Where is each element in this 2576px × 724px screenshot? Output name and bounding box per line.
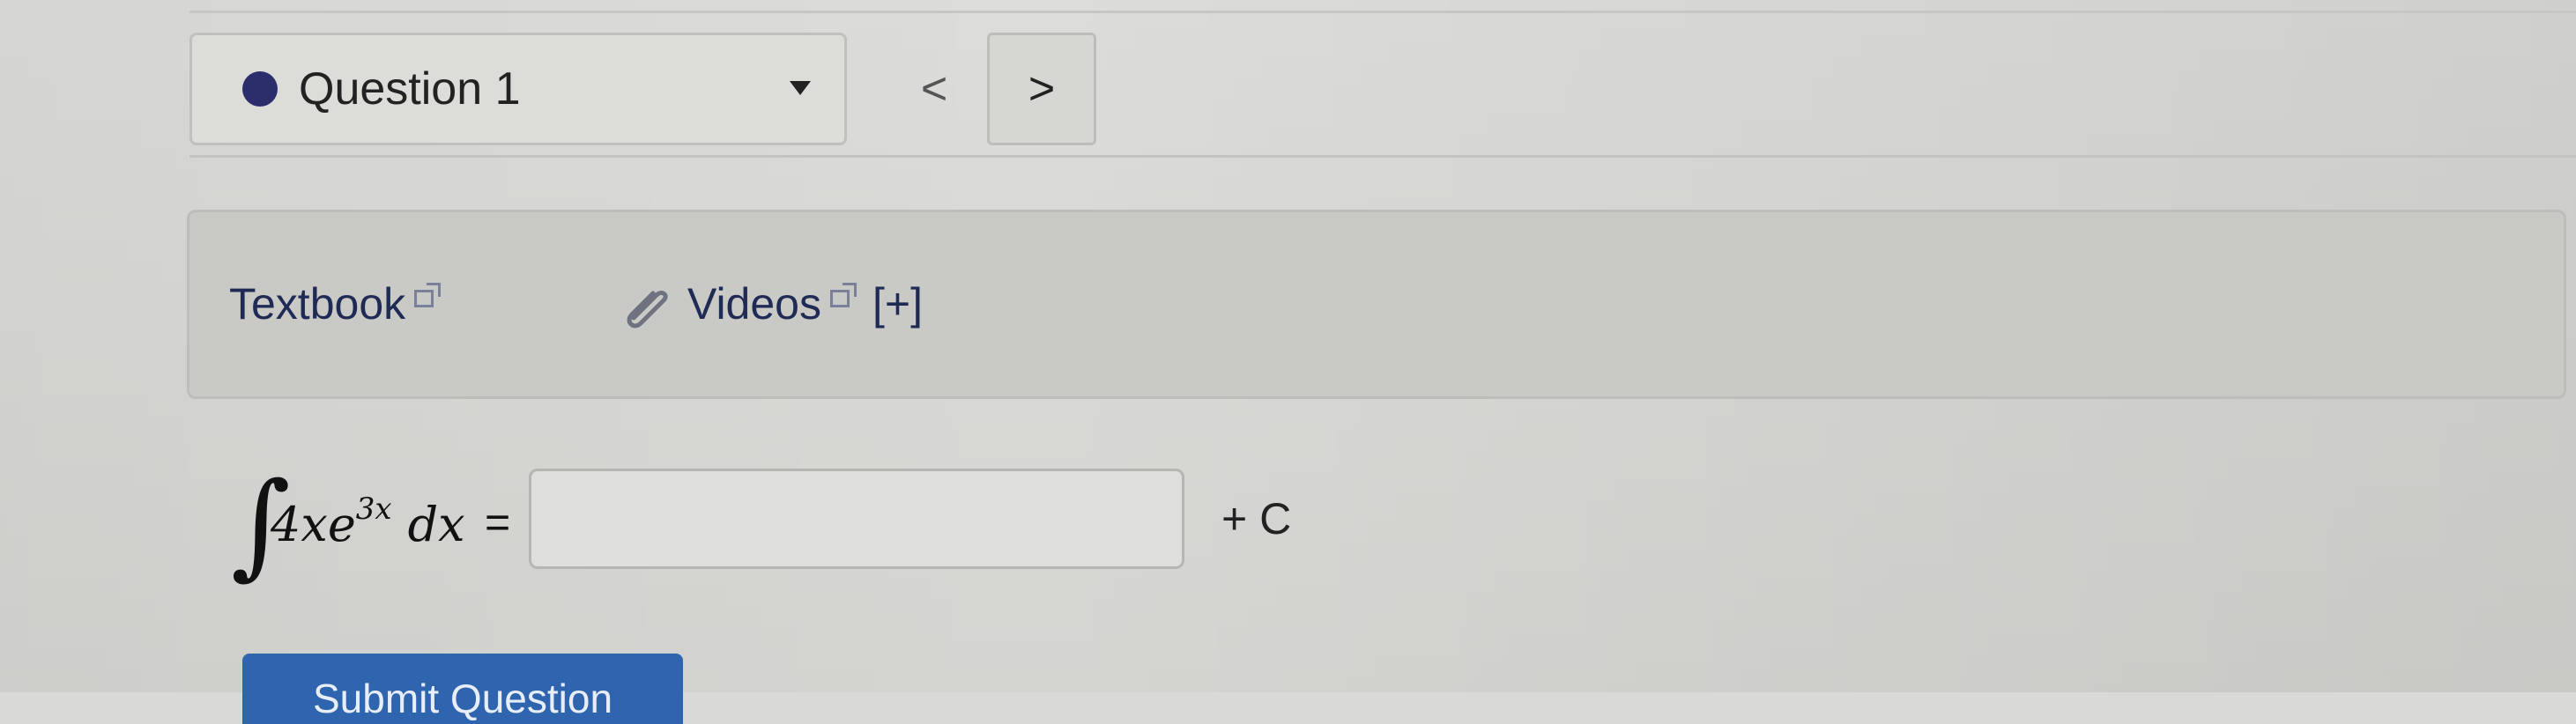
constant-of-integration: + C [1221,494,1292,543]
videos-expand-toggle[interactable]: [+] [872,278,923,329]
previous-question-button[interactable]: < [884,33,984,145]
external-link-icon [829,283,857,307]
next-question-button[interactable]: > [987,33,1096,145]
videos-label: Videos [687,279,821,329]
submit-question-button[interactable]: Submit Question [242,654,683,724]
dropdown-arrow-icon [790,81,811,95]
question-status-dot [242,71,278,107]
divider [189,11,2576,13]
equals-sign: = [485,498,511,547]
divider [189,155,2576,158]
textbook-label: Textbook [229,279,406,329]
integrand: 4xe3x dx [271,491,465,552]
resources-bar: Textbook Videos [+] [187,210,2566,399]
question-label: Question 1 [299,63,521,115]
textbook-link[interactable]: Textbook [229,278,442,329]
answer-input[interactable] [529,469,1184,569]
external-link-icon [414,283,442,307]
videos-link[interactable]: Videos [+] [621,278,923,329]
exponent: 3x [355,491,392,527]
question-selector[interactable]: Question 1 [189,33,847,145]
